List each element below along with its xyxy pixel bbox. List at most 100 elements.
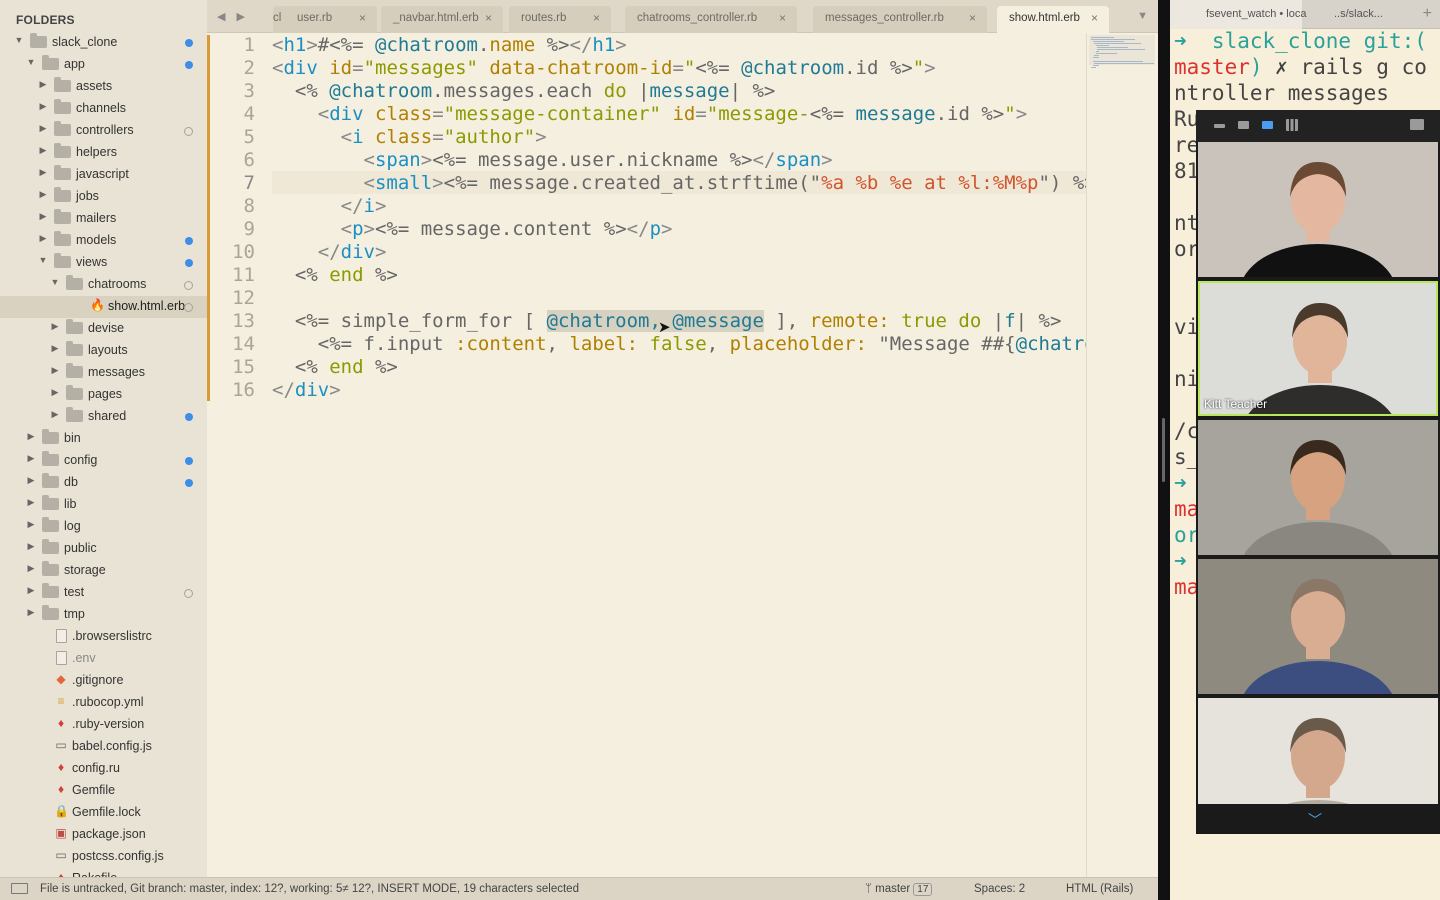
disclosure-closed-icon[interactable]: ▶ (38, 211, 48, 222)
folder-item[interactable]: ▶ messages (0, 362, 207, 384)
folder-item[interactable]: ▶ mailers (0, 208, 207, 230)
chevron-down-icon[interactable]: ﹀ (1308, 810, 1322, 830)
folder-item[interactable]: ▶ config (0, 450, 207, 472)
folder-item[interactable]: ▼ slack_clone (0, 32, 207, 54)
exit-panel-icon[interactable] (1410, 119, 1424, 130)
folder-item[interactable]: ▶ pages (0, 384, 207, 406)
disclosure-closed-icon[interactable]: ▶ (38, 145, 48, 156)
disclosure-closed-icon[interactable]: ▶ (38, 233, 48, 244)
file-item[interactable]: ▭ babel.config.js (0, 736, 207, 758)
folder-item[interactable]: ▶ assets (0, 76, 207, 98)
file-item[interactable]: ◆ .gitignore (0, 670, 207, 692)
participant-video-tile[interactable] (1198, 420, 1438, 555)
file-item[interactable]: .env (0, 648, 207, 670)
folder-item[interactable]: ▶ devise (0, 318, 207, 340)
disclosure-open-icon[interactable]: ▼ (38, 255, 48, 265)
participant-video-tile[interactable]: Kitt Teacher (1198, 281, 1438, 416)
disclosure-closed-icon[interactable]: ▶ (38, 123, 48, 134)
file-item[interactable]: ▣ package.json (0, 824, 207, 846)
tab-6[interactable]: messages_controller.rb × (813, 6, 987, 33)
file-item[interactable]: ▭ postcss.config.js (0, 846, 207, 868)
disclosure-closed-icon[interactable]: ▶ (26, 607, 36, 618)
code-editor[interactable]: <h1>#<%= @chatroom.name %></h1> <div id="… (272, 33, 1086, 877)
disclosure-closed-icon[interactable]: ▶ (50, 321, 60, 332)
disclosure-closed-icon[interactable]: ▶ (26, 519, 36, 530)
disclosure-closed-icon[interactable]: ▶ (38, 101, 48, 112)
disclosure-closed-icon[interactable]: ▶ (26, 497, 36, 508)
tab-7[interactable]: show.html.erb × (997, 6, 1109, 33)
folder-item[interactable]: ▶ db (0, 472, 207, 494)
folder-item[interactable]: ▶ log (0, 516, 207, 538)
disclosure-closed-icon[interactable]: ▶ (26, 431, 36, 442)
file-item[interactable]: .browserslistrc (0, 626, 207, 648)
file-item[interactable]: ≡ .rubocop.yml (0, 692, 207, 714)
file-item[interactable]: ♦Rakefile (0, 868, 207, 877)
minimap[interactable] (1086, 33, 1158, 877)
git-branch-status[interactable]: ᛘ master 17 (865, 883, 933, 896)
close-tab-icon[interactable]: × (593, 11, 600, 25)
folder-item[interactable]: ▶ storage (0, 560, 207, 582)
terminal-tab-2[interactable]: ..s/slack... (1302, 0, 1414, 29)
disclosure-closed-icon[interactable]: ▶ (38, 167, 48, 178)
close-tab-icon[interactable]: × (969, 11, 976, 25)
syntax-status[interactable]: HTML (Rails) (1066, 883, 1133, 895)
close-tab-icon[interactable]: × (485, 11, 492, 25)
participant-video-tile[interactable] (1198, 142, 1438, 277)
folder-item[interactable]: ▶ models (0, 230, 207, 252)
folder-item[interactable]: ▶ channels (0, 98, 207, 120)
folder-item[interactable]: ▶ javascript (0, 164, 207, 186)
folder-item[interactable]: ▶ lib (0, 494, 207, 516)
tab-2[interactable]: user.rb × (285, 6, 377, 33)
resize-handle[interactable] (1162, 418, 1165, 482)
disclosure-closed-icon[interactable]: ▶ (26, 453, 36, 464)
tab-5[interactable]: chatrooms_controller.rb × (625, 6, 797, 33)
indentation-status[interactable]: Spaces: 2 (974, 883, 1025, 895)
file-item[interactable]: 🔥 show.html.erb (0, 296, 207, 318)
disclosure-closed-icon[interactable]: ▶ (50, 409, 60, 420)
file-item[interactable]: ♦ config.ru (0, 758, 207, 780)
file-item[interactable]: 🔒 Gemfile.lock (0, 802, 207, 824)
disclosure-closed-icon[interactable]: ▶ (26, 541, 36, 552)
disclosure-closed-icon[interactable]: ▶ (26, 475, 36, 486)
new-tab-plus-icon[interactable]: + (1423, 5, 1432, 23)
folder-item[interactable]: ▶ tmp (0, 604, 207, 626)
disclosure-closed-icon[interactable]: ▶ (26, 563, 36, 574)
folder-item[interactable]: ▼ views (0, 252, 207, 274)
folder-item[interactable]: ▼ chatrooms (0, 274, 207, 296)
disclosure-open-icon[interactable]: ▼ (26, 57, 36, 67)
disclosure-closed-icon[interactable]: ▶ (38, 79, 48, 90)
close-tab-icon[interactable]: × (779, 11, 786, 25)
folder-item[interactable]: ▶ public (0, 538, 207, 560)
disclosure-closed-icon[interactable]: ▶ (26, 585, 36, 596)
panel-toggle-icon[interactable] (11, 883, 28, 894)
folder-item[interactable]: ▶ helpers (0, 142, 207, 164)
folder-item[interactable]: ▶ jobs (0, 186, 207, 208)
folder-item[interactable]: ▶ bin (0, 428, 207, 450)
disclosure-closed-icon[interactable]: ▶ (50, 365, 60, 376)
folder-item[interactable]: ▶ shared (0, 406, 207, 428)
tab-4[interactable]: routes.rb × (509, 6, 611, 33)
strip-view-icon[interactable] (1262, 121, 1273, 129)
gallery-view-icon[interactable] (1286, 119, 1298, 131)
disclosure-open-icon[interactable]: ▼ (50, 277, 60, 287)
tab-3[interactable]: _navbar.html.erb × (381, 6, 503, 33)
terminal-tab-1[interactable]: fsevent_watch • loca (1170, 0, 1306, 29)
disclosure-closed-icon[interactable]: ▶ (38, 189, 48, 200)
tab-overflow-menu-icon[interactable]: ▼ (1137, 10, 1148, 22)
speaker-view-icon[interactable] (1238, 121, 1249, 129)
folder-item[interactable]: ▶ layouts (0, 340, 207, 362)
folder-item[interactable]: ▶ test (0, 582, 207, 604)
folder-item[interactable]: ▶ controllers (0, 120, 207, 142)
folder-item[interactable]: ▼ app (0, 54, 207, 76)
disclosure-open-icon[interactable]: ▼ (14, 35, 24, 45)
close-tab-icon[interactable]: × (359, 11, 366, 25)
disclosure-closed-icon[interactable]: ▶ (50, 343, 60, 354)
minimize-icon[interactable] (1214, 124, 1225, 128)
disclosure-closed-icon[interactable]: ▶ (50, 387, 60, 398)
tab-nav-arrows-icon[interactable]: ◀ ▶ (217, 10, 249, 23)
file-item[interactable]: ♦ Gemfile (0, 780, 207, 802)
close-tab-icon[interactable]: × (1091, 11, 1098, 25)
folder-icon (66, 363, 83, 378)
file-item[interactable]: ♦ .ruby-version (0, 714, 207, 736)
participant-video-tile[interactable] (1198, 559, 1438, 694)
